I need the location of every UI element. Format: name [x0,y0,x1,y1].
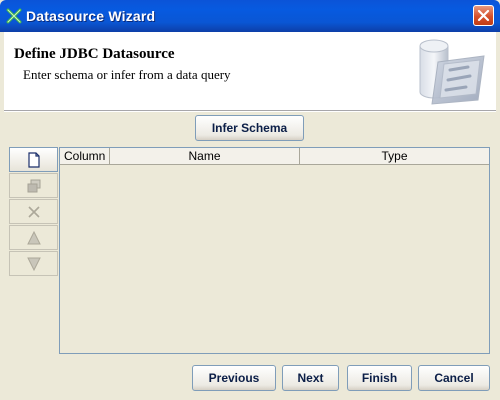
move-down-button[interactable] [9,251,58,276]
schema-table[interactable]: Column Name Type [59,147,490,354]
close-button[interactable] [473,5,494,26]
column-header-type[interactable]: Type [300,148,489,164]
datasource-wizard-window: Datasource Wizard Define JDBC Datasource… [0,0,500,400]
delete-column-button[interactable] [9,199,58,224]
copy-icon [27,179,41,193]
wizard-header: Define JDBC Datasource Enter schema or i… [4,32,496,110]
move-up-icon [27,230,41,245]
previous-button[interactable]: Previous [192,365,276,391]
new-column-button[interactable] [9,147,58,172]
column-header-name[interactable]: Name [110,148,300,164]
table-header: Column Name Type [60,148,489,165]
window-title: Datasource Wizard [26,8,156,24]
move-up-button[interactable] [9,225,58,250]
page-subtitle: Enter schema or infer from a data query [23,67,231,82]
copy-column-button[interactable] [9,173,58,198]
close-icon [477,9,490,22]
header-divider [4,110,496,112]
title-bar[interactable]: Datasource Wizard [0,0,500,32]
infer-schema-button[interactable]: Infer Schema [195,115,304,141]
wizard-app-icon [6,8,22,24]
new-document-icon [28,152,40,168]
next-button[interactable]: Next [282,365,339,391]
move-down-icon [27,257,41,272]
cancel-button[interactable]: Cancel [418,365,490,391]
datasource-icon [419,39,485,105]
column-header-column[interactable]: Column [60,148,110,164]
page-title: Define JDBC Datasource [14,46,175,62]
delete-icon [28,206,40,218]
finish-button[interactable]: Finish [347,365,412,391]
